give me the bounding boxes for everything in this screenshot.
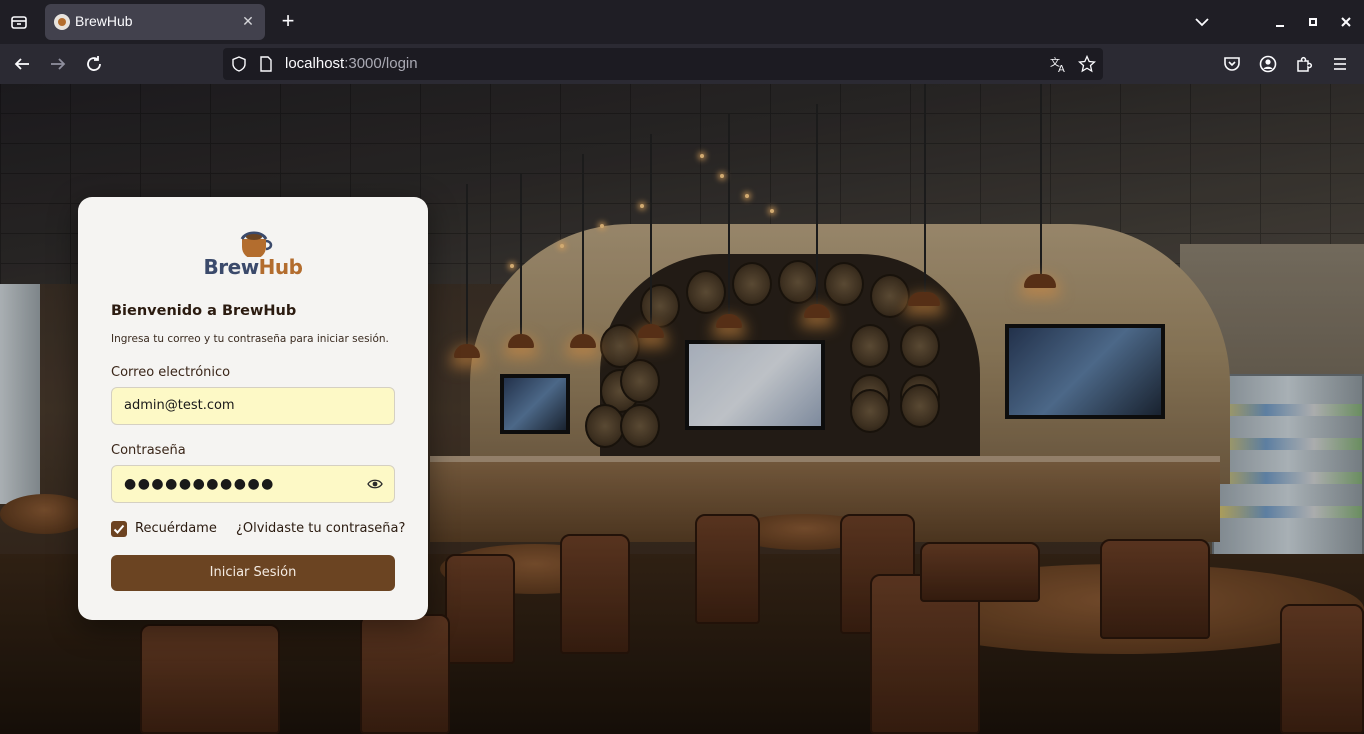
coffee-cup-icon	[240, 231, 273, 257]
brewhub-logo: BrewHub	[78, 229, 428, 281]
forward-button[interactable]	[48, 54, 68, 74]
login-submit-button[interactable]: Iniciar Sesión	[111, 555, 395, 591]
tab-favicon-icon	[54, 14, 70, 30]
minimize-button[interactable]	[1270, 12, 1290, 32]
tab-list-icon	[11, 16, 27, 29]
menu-button[interactable]	[1330, 54, 1350, 74]
new-tab-button[interactable]: +	[276, 10, 300, 34]
svg-text:A: A	[1058, 64, 1065, 73]
account-button[interactable]	[1258, 54, 1278, 74]
puzzle-icon	[1297, 56, 1313, 72]
pocket-icon	[1224, 57, 1240, 71]
browser-tab-bar: BrewHub ✕ +	[0, 0, 1364, 44]
arrow-right-icon	[51, 58, 66, 70]
password-value: ●●●●●●●●●●●	[124, 476, 275, 492]
url-text[interactable]: localhost:3000/login	[285, 55, 418, 72]
remember-me-label[interactable]: Recuérdame	[135, 521, 217, 536]
logo-wordmark: BrewHub	[78, 255, 428, 279]
forgot-password-link[interactable]: ¿Olvidaste tu contraseña?	[236, 521, 405, 536]
shield-icon[interactable]	[231, 56, 247, 72]
eye-icon[interactable]	[367, 477, 383, 491]
checkmark-icon	[113, 524, 125, 534]
email-label: Correo electrónico	[111, 365, 231, 380]
account-icon	[1259, 55, 1277, 73]
password-field[interactable]: ●●●●●●●●●●●	[111, 465, 395, 503]
maximize-icon	[1309, 18, 1317, 26]
url-path: :3000/login	[344, 55, 418, 72]
login-subtitle: Ingresa tu correo y tu contraseña para i…	[111, 333, 389, 345]
tab-list-button[interactable]	[6, 9, 32, 35]
reload-icon	[87, 56, 101, 71]
login-page: BrewHub Bienvenido a BrewHub Ingresa tu …	[0, 84, 1364, 734]
remember-me-checkbox[interactable]	[111, 521, 127, 537]
tab-close-icon[interactable]: ✕	[239, 13, 257, 31]
maximize-button[interactable]	[1303, 12, 1323, 32]
list-all-tabs-button[interactable]	[1192, 12, 1212, 32]
login-card: BrewHub Bienvenido a BrewHub Ingresa tu …	[78, 197, 428, 620]
bookmark-star-icon[interactable]	[1078, 55, 1096, 73]
close-icon	[1341, 17, 1351, 27]
logo-text-brew: Brew	[203, 255, 260, 279]
hamburger-menu-icon	[1334, 58, 1346, 70]
browser-nav-bar: localhost:3000/login 文 A	[0, 44, 1364, 84]
minimize-icon	[1276, 25, 1284, 27]
close-window-button[interactable]	[1336, 12, 1356, 32]
tab-title: BrewHub	[75, 13, 133, 29]
reload-button[interactable]	[84, 54, 104, 74]
login-title: Bienvenido a BrewHub	[111, 303, 297, 319]
url-bar[interactable]: localhost:3000/login 文 A	[223, 48, 1103, 80]
url-host: localhost	[285, 55, 345, 72]
arrow-left-icon	[14, 58, 29, 70]
logo-text-hub: Hub	[258, 255, 303, 279]
email-field[interactable]: admin@test.com	[111, 387, 395, 425]
extensions-button[interactable]	[1294, 54, 1314, 74]
page-icon[interactable]	[258, 56, 274, 72]
back-button[interactable]	[12, 54, 32, 74]
pocket-button[interactable]	[1222, 54, 1242, 74]
translate-icon[interactable]: 文 A	[1049, 55, 1067, 73]
chevron-down-icon	[1195, 18, 1209, 27]
browser-tab[interactable]: BrewHub ✕	[45, 4, 265, 40]
password-label: Contraseña	[111, 443, 186, 458]
email-value: admin@test.com	[124, 398, 235, 413]
